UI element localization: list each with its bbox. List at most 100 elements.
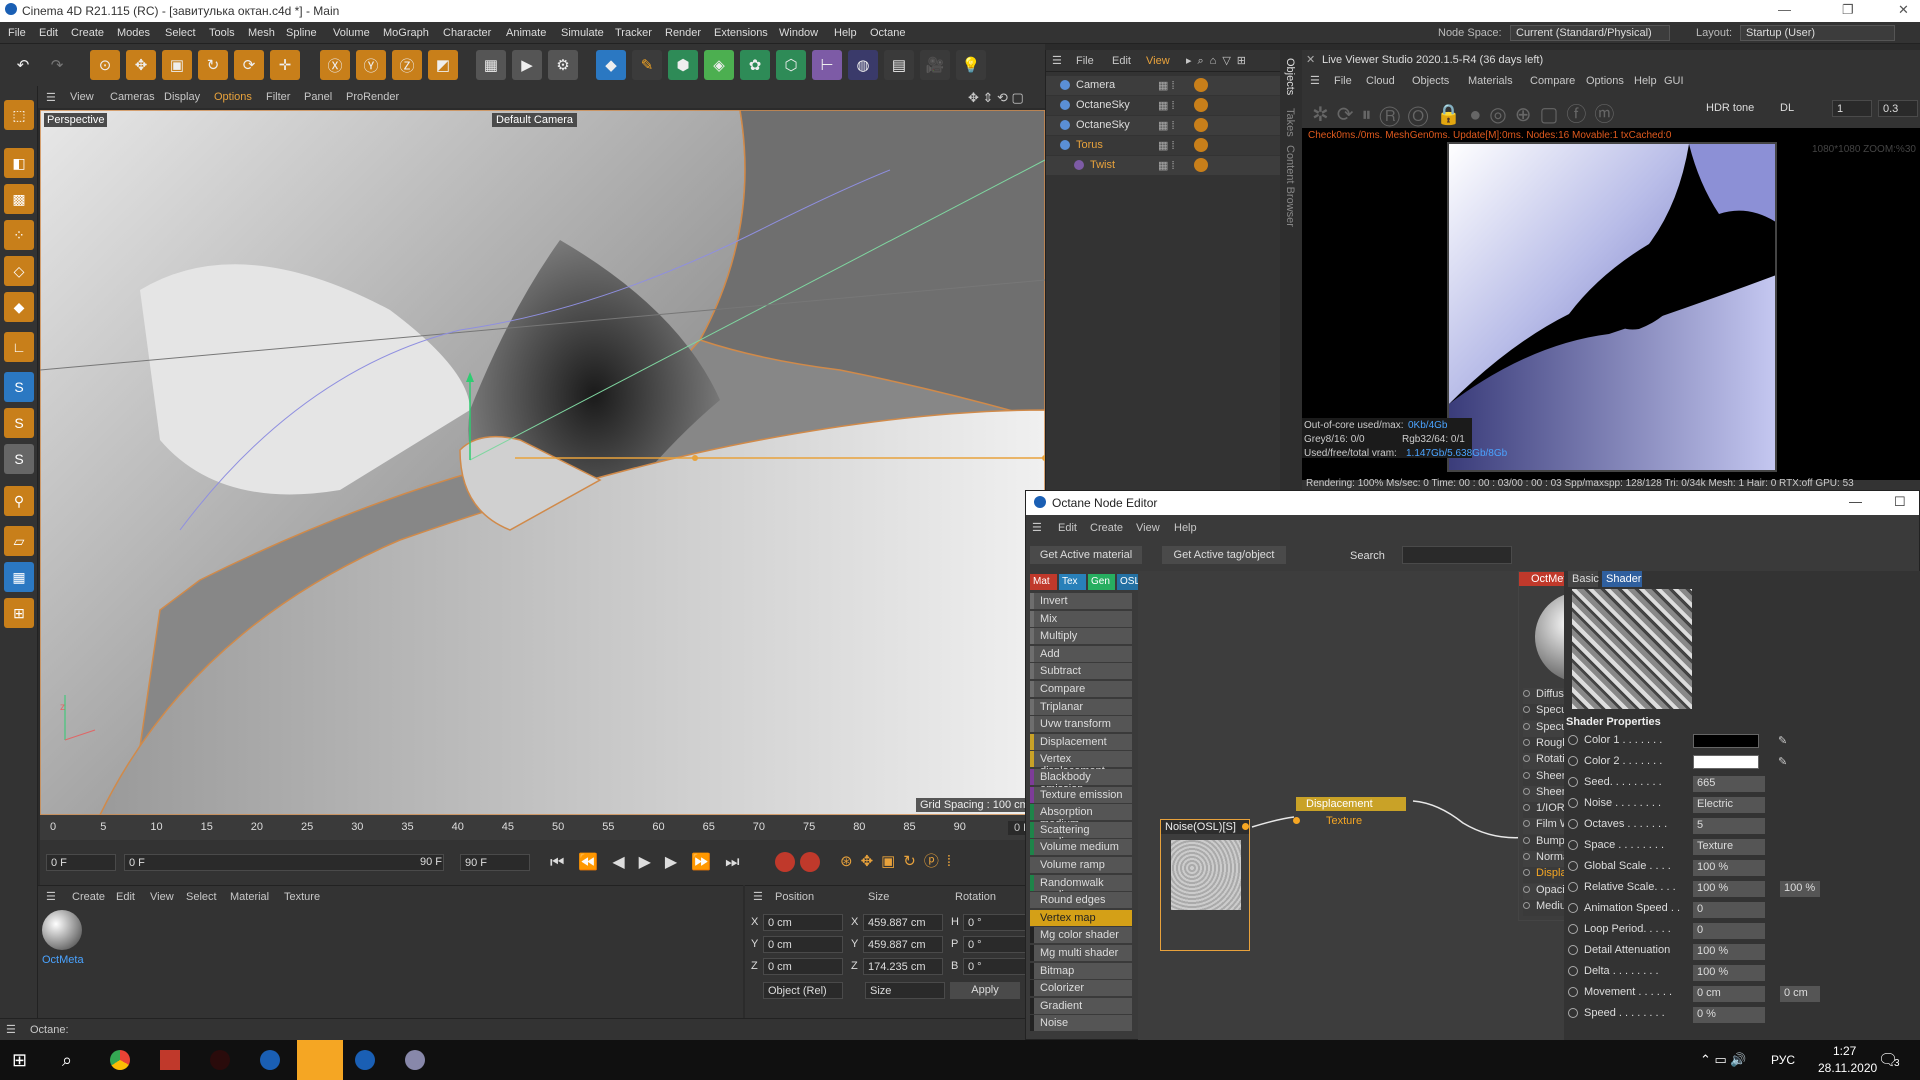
material-menu-select[interactable]: Select — [186, 891, 217, 903]
sticky-notes-icon[interactable] — [297, 1040, 343, 1080]
key-mode-icons[interactable]: ⊛✥▣↻ⓟ⁞ — [840, 850, 959, 871]
node-list-item[interactable]: Round edges — [1030, 892, 1132, 909]
lv-menu-compare[interactable]: Compare — [1530, 75, 1575, 87]
node-list-item[interactable]: Invert — [1030, 593, 1132, 609]
3d-viewport[interactable]: z Perspective Default Camera Grid Spacin… — [40, 110, 1045, 815]
menu-select[interactable]: Select — [165, 27, 196, 39]
end-frame-field[interactable]: 90 F — [460, 854, 530, 871]
port-dot[interactable] — [1523, 836, 1530, 844]
shader-property-row[interactable]: Detail Attenuation 100 % — [1568, 944, 1778, 962]
render-view-icon[interactable]: ▦ — [476, 50, 506, 80]
maximize-icon[interactable]: ❐ — [1842, 2, 1854, 18]
rotation-field[interactable]: 0 ° — [963, 914, 1033, 931]
size-field[interactable]: 174.235 cm — [863, 958, 943, 975]
property-value[interactable]: 100 % — [1693, 881, 1765, 897]
port-dot[interactable] — [1523, 738, 1530, 746]
shader-property-row[interactable]: Global Scale . . . . 100 % — [1568, 860, 1778, 878]
shader-property-row[interactable]: Animation Speed . . 0 — [1568, 902, 1778, 920]
node-editor-minimize-icon[interactable]: — — [1849, 494, 1862, 509]
port-dot[interactable] — [1523, 771, 1530, 779]
search-icon[interactable]: ⌕ — [62, 1050, 72, 1071]
color-swatch[interactable] — [1693, 734, 1759, 748]
object-visibility-icon[interactable]: ▦ ⁞ — [1158, 99, 1175, 112]
node-list-item[interactable]: Vertex displacement — [1030, 751, 1132, 777]
node-list-item[interactable]: Noise — [1030, 1015, 1132, 1032]
ne-menu-edit[interactable]: Edit — [1058, 522, 1077, 534]
property-radio[interactable] — [1568, 945, 1578, 956]
app-icon-2[interactable] — [210, 1050, 230, 1070]
material-menu-create[interactable]: Create — [72, 891, 105, 903]
generator-icon[interactable]: ◈ — [704, 50, 734, 80]
eyedropper-icon[interactable]: ✎ — [1778, 755, 1787, 768]
y-axis-icon[interactable]: Ⓨ — [356, 50, 386, 80]
material-thumbnail[interactable] — [42, 910, 82, 950]
object-row[interactable]: OctaneSky ▦ ⁞ — [1046, 116, 1281, 135]
property-radio[interactable] — [1568, 735, 1578, 746]
property-value[interactable]: 0 — [1693, 923, 1765, 939]
node-list-item[interactable]: Multiply — [1030, 628, 1132, 645]
viewport-menu-options[interactable]: Options — [214, 91, 252, 103]
menu-tracker[interactable]: Tracker — [615, 27, 652, 39]
live-viewer-menu-icon[interactable]: ☰ — [1310, 74, 1320, 87]
tab-content-browser[interactable]: Content Browser — [1284, 145, 1296, 227]
tab-basic[interactable]: Basic — [1568, 571, 1599, 587]
cube-icon[interactable]: ◆ — [596, 50, 626, 80]
status-menu-icon[interactable]: ☰ — [6, 1023, 16, 1036]
object-menu-edit[interactable]: Edit — [1112, 55, 1131, 67]
displacement-texture-port[interactable] — [1293, 817, 1300, 824]
texture-mode-icon[interactable]: ▩ — [4, 184, 34, 214]
port-dot[interactable] — [1523, 690, 1530, 697]
property-value[interactable]: 0 cm — [1693, 986, 1765, 1002]
lv-value-2[interactable]: 0.3 — [1878, 100, 1918, 117]
lv-menu-cloud[interactable]: Cloud — [1366, 75, 1395, 87]
object-menu-view[interactable]: View — [1146, 55, 1170, 67]
object-row[interactable]: OctaneSky ▦ ⁞ — [1046, 96, 1281, 115]
property-value-2[interactable]: 100 % — [1780, 881, 1820, 897]
menu-create[interactable]: Create — [71, 27, 104, 39]
property-radio[interactable] — [1568, 903, 1578, 914]
size-mode-select[interactable]: Size — [865, 982, 945, 999]
node-list-item[interactable]: Compare — [1030, 681, 1132, 697]
menu-volume[interactable]: Volume — [333, 27, 370, 39]
tab-takes[interactable]: Takes — [1284, 108, 1296, 137]
coord-mode-select[interactable]: Object (Rel) — [763, 982, 843, 999]
get-active-tag-button[interactable]: Get Active tag/object — [1162, 546, 1286, 564]
minimize-icon[interactable]: — — [1778, 2, 1791, 17]
live-viewer-close-icon[interactable]: ✕ — [1306, 53, 1315, 66]
object-manager-tools-icons[interactable]: ▸⌕⌂▽⊞ — [1186, 54, 1252, 68]
app-icon-1[interactable] — [160, 1050, 180, 1070]
displacement-node[interactable]: Displacement Texture — [1293, 797, 1406, 833]
node-list-item[interactable]: Vertex map — [1030, 909, 1132, 926]
subdivision-icon[interactable]: ⬢ — [668, 50, 698, 80]
menu-mograph[interactable]: MoGraph — [383, 27, 429, 39]
pen-spline-icon[interactable]: ✎ — [632, 50, 662, 80]
object-visibility-icon[interactable]: ▦ ⁞ — [1158, 79, 1175, 92]
material-name[interactable]: OctMeta — [42, 954, 84, 966]
property-value[interactable]: 5 — [1693, 818, 1765, 834]
playback-controls-icon[interactable]: ⏮⏪◀▶▶⏩⏭ — [550, 852, 754, 872]
port-dot[interactable] — [1523, 722, 1530, 730]
cinema4d-active-icon[interactable] — [355, 1050, 375, 1070]
node-editor-maximize-icon[interactable]: ☐ — [1894, 494, 1906, 510]
viewport-menu-prorender[interactable]: ProRender — [346, 91, 399, 103]
rotation-field[interactable]: 0 ° — [963, 958, 1033, 975]
snap-icon[interactable]: S — [4, 372, 34, 402]
live-viewer-toolbar-icons[interactable]: ✲⟳⏸ⓇⓄ🔒●◎⊕▢ⓕⓜ — [1312, 98, 1622, 127]
node-list-item[interactable]: Scattering medium — [1030, 821, 1132, 848]
object-visibility-icon[interactable]: ▦ ⁞ — [1158, 159, 1175, 172]
size-field[interactable]: 459.887 cm — [863, 936, 943, 953]
property-value[interactable]: 100 % — [1693, 944, 1765, 960]
menu-spline[interactable]: Spline — [286, 27, 317, 39]
shader-property-row[interactable]: Movement . . . . . . 0 cm 0 cm — [1568, 986, 1820, 1004]
viewport-menu-cameras[interactable]: Cameras — [110, 91, 155, 103]
axis-mode-icon[interactable]: ∟ — [4, 332, 34, 362]
property-radio[interactable] — [1568, 966, 1578, 977]
shader-property-row[interactable]: Color 1 . . . . . . . ✎ — [1568, 734, 1787, 752]
deformer-icon[interactable]: ⊢ — [812, 50, 842, 80]
port-dot[interactable] — [1523, 820, 1530, 828]
viewport-menu-panel[interactable]: Panel — [304, 91, 332, 103]
record-keyframe-icon[interactable] — [775, 852, 795, 872]
node-list-item[interactable]: Texture emission — [1030, 786, 1132, 803]
layout-select[interactable]: Startup (User) — [1740, 25, 1895, 41]
material-menu-view[interactable]: View — [150, 891, 174, 903]
